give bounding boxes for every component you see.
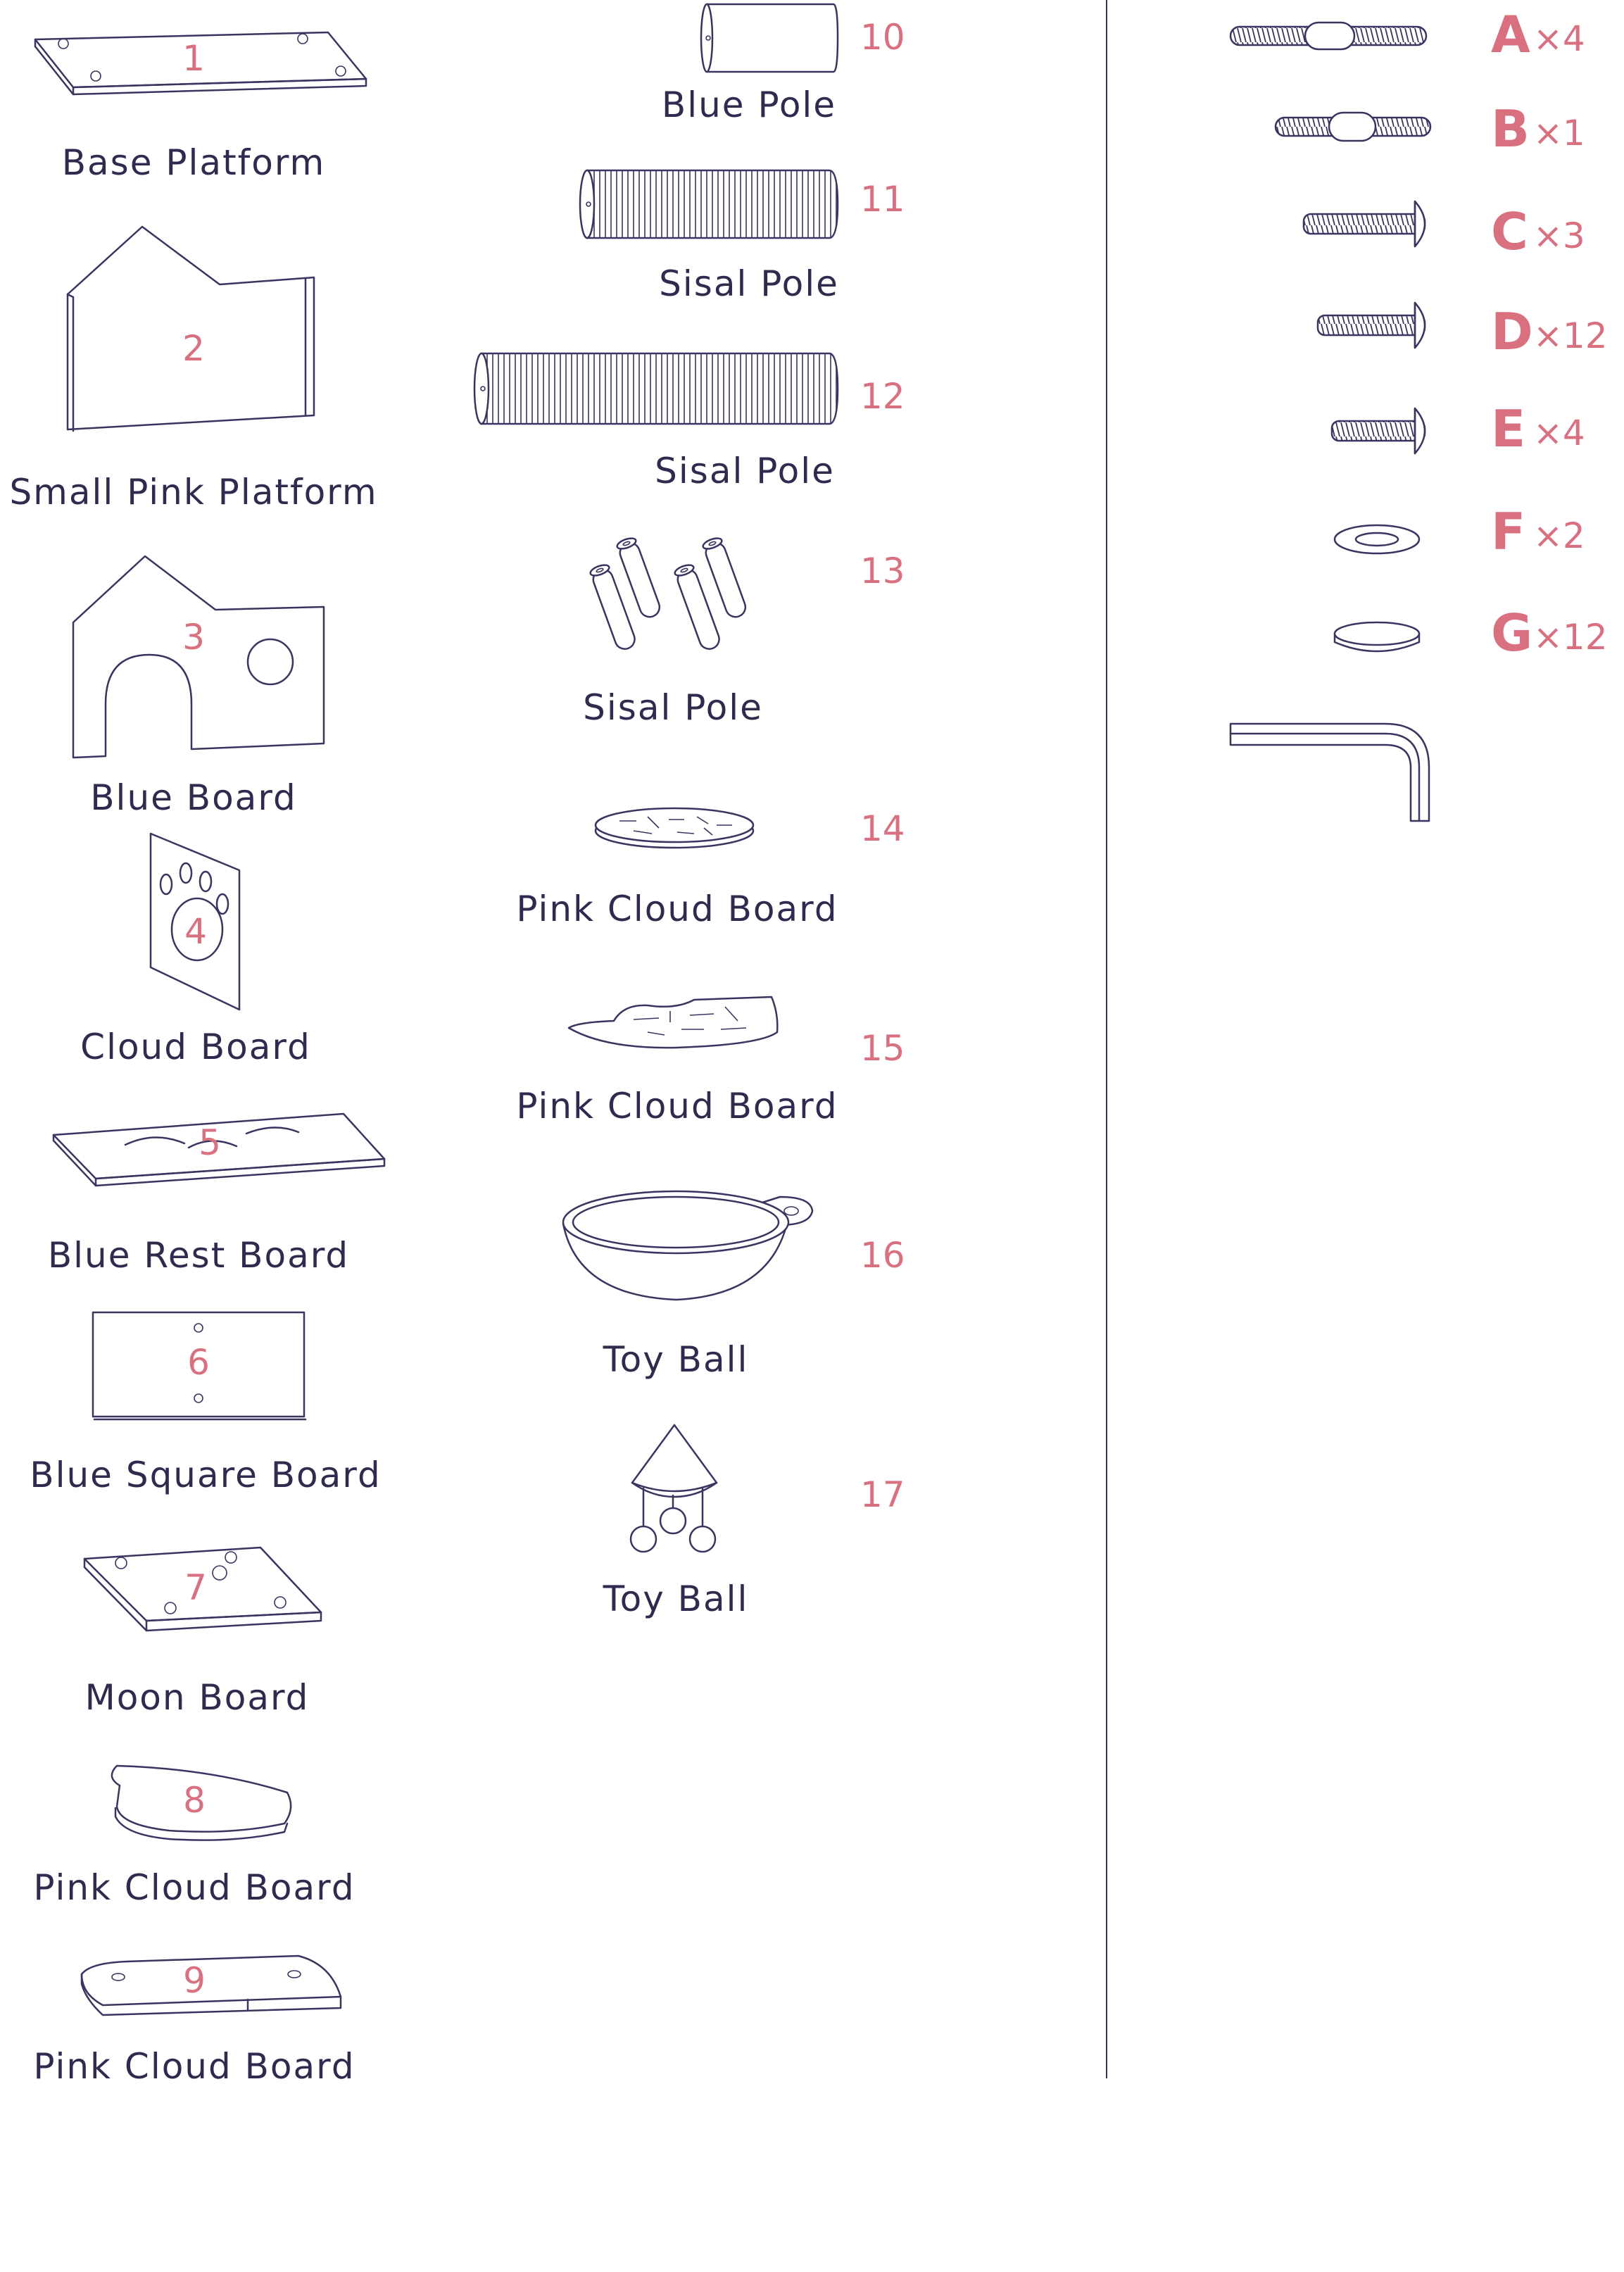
- part-15-label: Pink Cloud Board: [516, 1086, 838, 1126]
- hardware-e-letter: E: [1491, 399, 1525, 458]
- hardware-a-connector-bolt-drawing: [1229, 21, 1428, 51]
- part-13-sisal-poles-drawing: [589, 537, 747, 650]
- part-8-number: 8: [183, 1780, 206, 1821]
- part-5-label: Blue Rest Board: [48, 1235, 349, 1276]
- hardware-c-letter: C: [1491, 202, 1528, 261]
- part-3-number: 3: [182, 617, 205, 658]
- hardware-d-qty: ×12: [1533, 315, 1608, 356]
- part-16-number: 16: [860, 1235, 905, 1276]
- part-14-number: 14: [860, 808, 905, 849]
- part-12-label: Sisal Pole: [655, 451, 835, 491]
- hardware-g-letter: G: [1491, 603, 1532, 663]
- part-17-label: Toy Ball: [603, 1579, 749, 1619]
- part-2-number: 2: [182, 328, 205, 369]
- part-15-number: 15: [860, 1028, 905, 1069]
- hardware-f-washer-drawing: [1333, 524, 1421, 555]
- hardware-f-letter: F: [1491, 502, 1525, 561]
- hardware-c-qty: ×3: [1533, 215, 1585, 256]
- hardware-b-letter: B: [1491, 99, 1530, 158]
- part-11-sisal-pole-drawing: [579, 169, 839, 239]
- hardware-e-bolt-drawing: [1330, 407, 1426, 455]
- part-7-label: Moon Board: [85, 1677, 310, 1718]
- part-5-number: 5: [199, 1122, 221, 1163]
- part-10-blue-pole-drawing: [700, 3, 839, 73]
- part-6-number: 6: [187, 1342, 210, 1383]
- part-13-label: Sisal Pole: [583, 687, 763, 728]
- hardware-g-qty: ×12: [1533, 617, 1608, 658]
- hardware-c-bolt-drawing: [1302, 200, 1426, 248]
- hardware-g-cap-drawing: [1333, 621, 1421, 653]
- hardware-b-qty: ×1: [1533, 113, 1585, 153]
- part-1-number: 1: [182, 38, 205, 79]
- part-4-number: 4: [184, 911, 207, 952]
- part-9-pink-cloud-board-drawing: [80, 1954, 342, 2016]
- part-9-number: 9: [183, 1960, 206, 2001]
- part-4-label: Cloud Board: [80, 1027, 311, 1067]
- part-15-pink-cloud-board-drawing: [567, 996, 779, 1049]
- part-1-label: Base Platform: [62, 142, 326, 183]
- part-9-label: Pink Cloud Board: [33, 2046, 355, 2087]
- hardware-e-qty: ×4: [1533, 413, 1585, 453]
- part-11-number: 11: [860, 179, 905, 220]
- allen-wrench-drawing: [1229, 722, 1430, 822]
- parts-diagram: 1 Base Platform 2 Small Pink Platform 3 …: [9, 0, 1608, 2087]
- part-14-pink-cloud-board-drawing: [594, 807, 755, 849]
- part-14-label: Pink Cloud Board: [516, 889, 838, 929]
- part-16-label: Toy Ball: [603, 1339, 749, 1380]
- part-8-label: Pink Cloud Board: [33, 1867, 355, 1908]
- part-17-toy-ball-drawing: [629, 1424, 718, 1553]
- part-16-toy-ball-drawing: [562, 1190, 814, 1301]
- part-12-number: 12: [860, 376, 905, 417]
- hardware-b-connector-bolt-drawing: [1274, 111, 1432, 142]
- part-3-label: Blue Board: [90, 777, 297, 818]
- part-12-sisal-pole-drawing: [473, 352, 839, 425]
- hardware-a-letter: A: [1491, 5, 1530, 64]
- part-2-label: Small Pink Platform: [9, 472, 377, 513]
- hardware-a-qty: ×4: [1533, 18, 1585, 59]
- part-17-number: 17: [860, 1474, 905, 1515]
- hardware-d-letter: D: [1491, 302, 1533, 361]
- part-13-number: 13: [860, 551, 905, 591]
- part-7-number: 7: [184, 1567, 207, 1608]
- hardware-d-bolt-drawing: [1316, 301, 1426, 349]
- hardware-f-qty: ×2: [1533, 515, 1585, 556]
- part-11-label: Sisal Pole: [659, 263, 839, 304]
- part-6-label: Blue Square Board: [30, 1455, 381, 1495]
- part-10-number: 10: [860, 17, 905, 58]
- part-10-label: Blue Pole: [662, 84, 836, 125]
